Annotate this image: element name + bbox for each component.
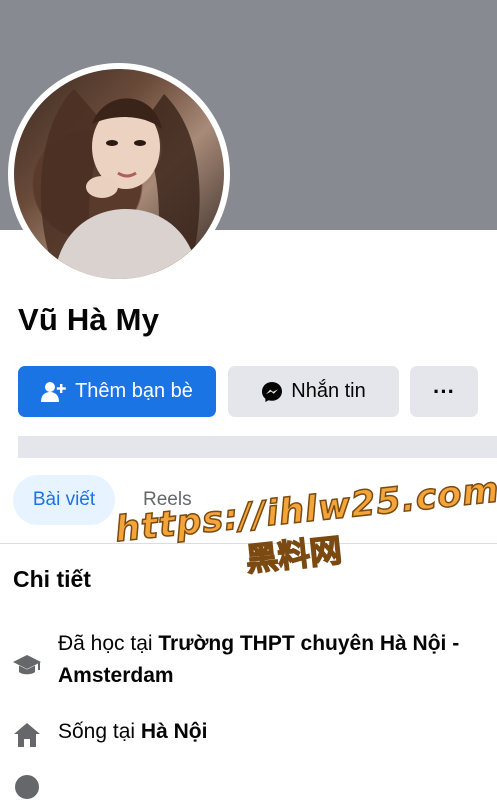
details-title: Chi tiết bbox=[13, 566, 91, 592]
more-icon: ··· bbox=[433, 378, 455, 404]
education-prefix: Đã học tại bbox=[58, 632, 159, 655]
lives-prefix: Sống tại bbox=[58, 720, 141, 743]
add-friend-icon bbox=[41, 381, 67, 403]
more-options-button[interactable]: ··· bbox=[410, 366, 478, 417]
profile-name: Vũ Hà My bbox=[18, 302, 160, 337]
messenger-icon bbox=[261, 381, 283, 403]
message-button[interactable]: Nhắn tin bbox=[228, 366, 399, 417]
add-friend-button[interactable]: Thêm bạn bè bbox=[18, 366, 216, 417]
tab-posts[interactable]: Bài viết bbox=[13, 475, 115, 525]
avatar bbox=[14, 69, 224, 279]
house-icon bbox=[12, 720, 42, 750]
message-label: Nhắn tin bbox=[291, 380, 366, 402]
section-divider bbox=[18, 436, 497, 458]
profile-picture[interactable] bbox=[8, 63, 230, 285]
graduation-cap-icon bbox=[12, 650, 42, 680]
lives-place[interactable]: Hà Nội bbox=[141, 720, 208, 743]
avatar-photo bbox=[40, 89, 200, 279]
detail-icon bbox=[12, 772, 42, 802]
add-friend-label: Thêm bạn bè bbox=[75, 380, 193, 402]
